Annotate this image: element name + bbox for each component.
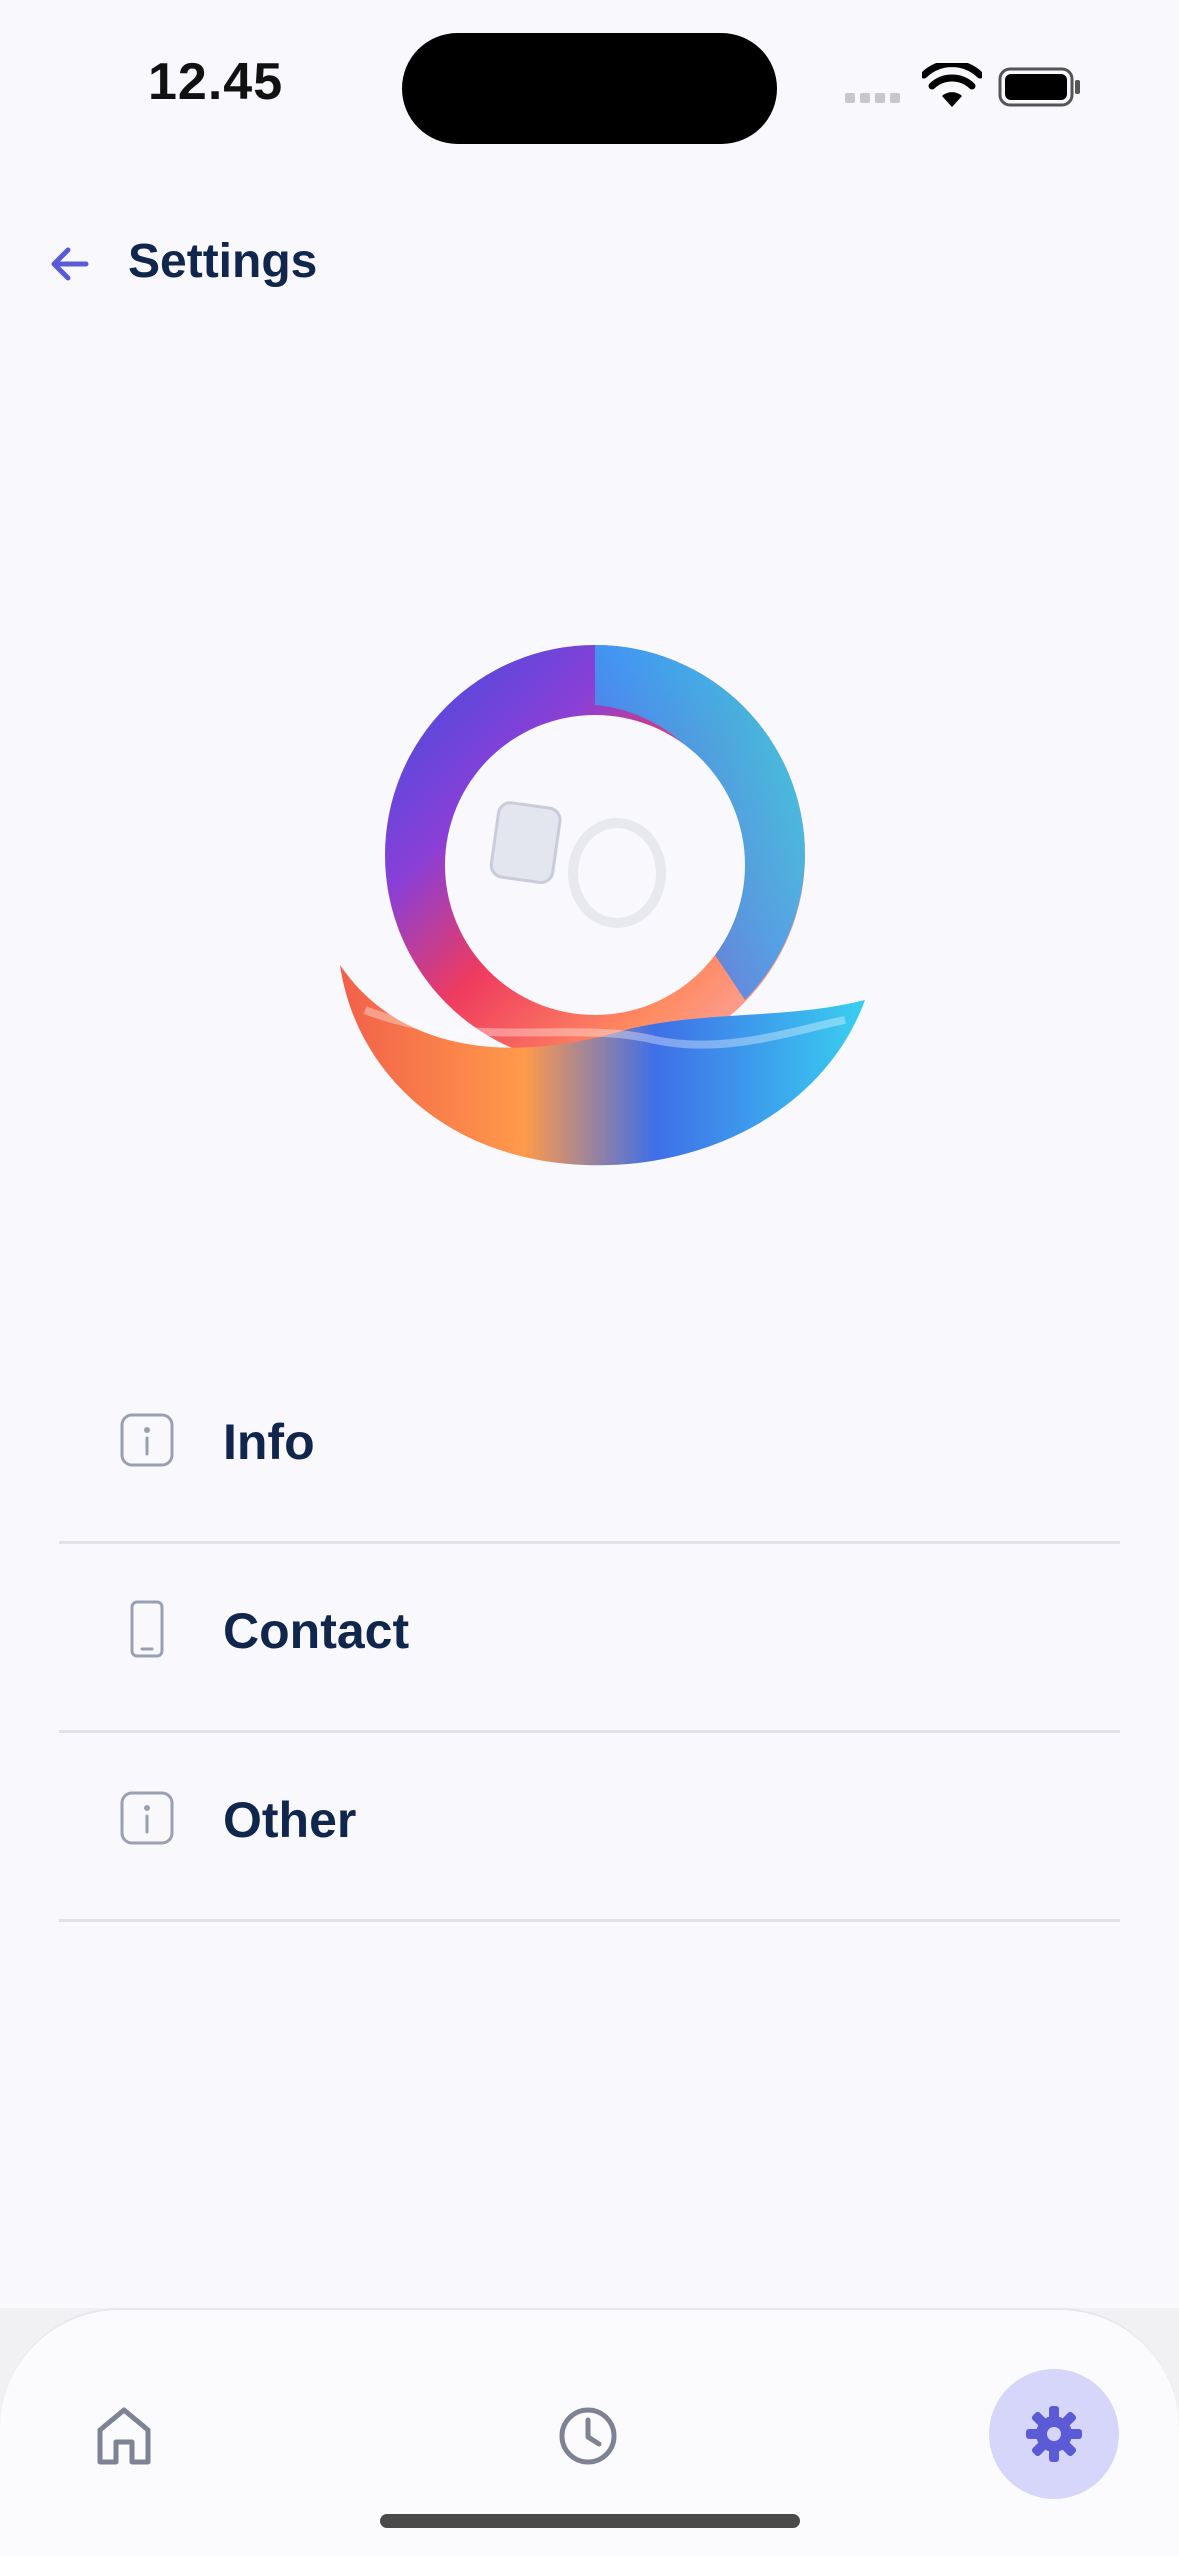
battery-icon <box>998 67 1080 107</box>
status-time: 12.45 <box>148 53 284 111</box>
back-arrow-icon[interactable] <box>44 238 96 290</box>
info-icon <box>120 1791 174 1845</box>
header: Settings <box>0 220 1179 310</box>
tab-settings[interactable] <box>989 2369 1119 2499</box>
clock-icon[interactable] <box>552 2400 624 2472</box>
home-icon[interactable] <box>88 2400 160 2472</box>
info-icon <box>120 1413 174 1467</box>
menu-item-label: Other <box>223 1792 357 1848</box>
menu-item-info[interactable]: Info <box>59 1355 1120 1544</box>
dynamic-island <box>402 33 777 144</box>
app-logo <box>340 645 865 1166</box>
settings-menu: Info Contact Other <box>59 1355 1120 1922</box>
wifi-icon <box>922 63 982 107</box>
page-title: Settings <box>128 235 318 288</box>
cellular-signal-icon <box>845 90 905 103</box>
menu-item-label: Contact <box>223 1603 410 1659</box>
menu-item-contact[interactable]: Contact <box>59 1544 1120 1733</box>
menu-item-label: Info <box>223 1414 315 1470</box>
status-bar: 12.45 <box>0 0 1179 180</box>
gear-icon <box>1026 2406 1082 2462</box>
menu-item-other[interactable]: Other <box>59 1733 1120 1922</box>
home-indicator <box>380 2514 800 2528</box>
phone-icon <box>130 1600 164 1658</box>
